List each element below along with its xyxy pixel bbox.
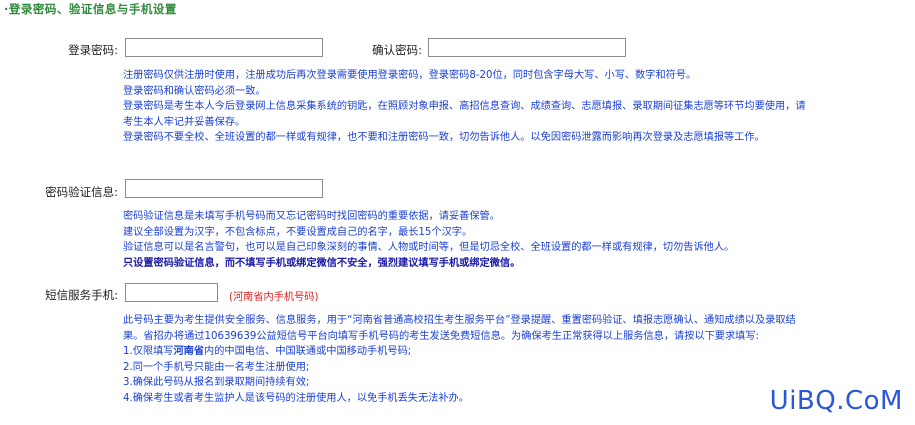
verify-note: 验证信息可以是名言警句，也可以是自己印象深刻的事情、人物或时间等，但是切忌全校、…: [123, 242, 735, 253]
verify-warning: 只设置密码验证信息，而不填写手机或绑定微信不安全，强烈建议填写手机或绑定微信。: [123, 257, 521, 269]
phone-note: 果。省招办将通过10639639公益短信号平台向填写手机号码的考生发送免费短信息…: [123, 330, 759, 342]
verify-label: 密码验证信息:: [45, 185, 118, 199]
phone-rule-1-prefix: 1.仅限填写: [123, 346, 174, 357]
password-note: 登录密码是考生本人今后登录网上信息采集系统的钥匙，在照顾对象申报、高招信息查询、…: [123, 101, 806, 112]
password-note: 登录密码不要全校、全班设置的都一样或有规律，也不要和注册密码一致，切勿告诉他人。…: [123, 132, 765, 143]
verify-note: 建议全部设置为汉字，不包含标点，不要设置成自己的名字，最长15个汉字。: [123, 226, 473, 238]
phone-input[interactable]: [125, 283, 218, 302]
verify-notes: 密码验证信息是未填写手机号码而又忘记密码时找回密码的重要依据，请妥善保管。 建议…: [123, 209, 734, 271]
confirm-password-input[interactable]: [428, 38, 626, 57]
verify-note: 密码验证信息是未填写手机号码而又忘记密码时找回密码的重要依据，请妥善保管。: [123, 211, 500, 222]
confirm-password-label: 确认密码:: [372, 43, 422, 57]
password-note: 考生本人牢记并妥善保存。: [123, 116, 246, 128]
phone-hint: (河南省内手机号码): [229, 292, 319, 303]
phone-rule-1-province: 河南省: [173, 346, 205, 357]
phone-rule-4: 4.确保考生或者考生监护人是该号码的注册使用人，以免手机丢失无法补办。: [123, 392, 469, 404]
password-label: 登录密码:: [68, 43, 118, 57]
section-title: ·登录密码、验证信息与手机设置: [4, 2, 177, 16]
password-notes: 注册密码仅供注册时使用，注册成功后再次登录需要使用登录密码，登录密码8-20位，…: [123, 68, 806, 146]
watermark: UiBQ.CoM: [769, 386, 903, 416]
password-input[interactable]: [125, 38, 323, 57]
phone-rule-2: 2.同一个手机号只能由一名考生注册使用;: [123, 361, 310, 373]
phone-rule-1: 1.仅限填写河南省内的中国电信、中国联通或中国移动手机号码;: [123, 344, 796, 360]
password-note: 登录密码和确认密码必须一致。: [123, 85, 266, 97]
password-note: 注册密码仅供注册时使用，注册成功后再次登录需要使用登录密码，登录密码8-20位，…: [123, 70, 697, 81]
phone-notes: 此号码主要为考生提供安全服务、信息服务，用于“河南省普通高校招生考生服务平台”登…: [123, 313, 796, 406]
verify-input[interactable]: [125, 179, 323, 198]
phone-note: 此号码主要为考生提供安全服务、信息服务，用于“河南省普通高校招生考生服务平台”登…: [123, 315, 796, 326]
phone-rule-3: 3.确保此号码从报名到录取期间持续有效;: [123, 377, 310, 388]
phone-label: 短信服务手机:: [45, 288, 118, 302]
phone-rule-1-suffix: 内的中国电信、中国联通或中国移动手机号码;: [204, 346, 412, 357]
